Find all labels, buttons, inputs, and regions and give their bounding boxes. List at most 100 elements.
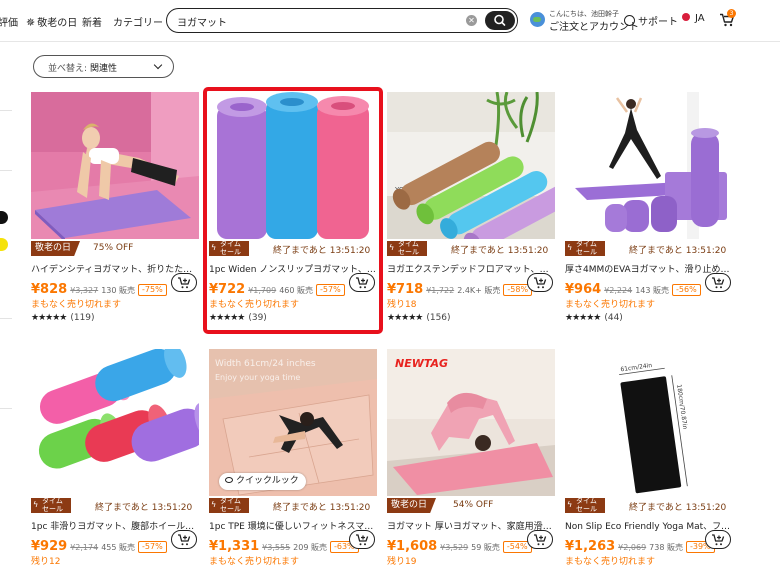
time-sale-tag: ϟ タイム セール (209, 497, 249, 513)
add-to-cart-button[interactable] (349, 530, 375, 549)
time-sale-tag: ϟ タイム セール (565, 240, 605, 256)
original-price: ¥3,555 (262, 543, 291, 552)
account-menu[interactable]: こんにちは、池田幹子 ご注文とアカウント (530, 9, 639, 33)
add-to-cart-button[interactable] (527, 273, 553, 292)
product-title[interactable]: ハイデンシティヨガマット、折りたたみ式フィット… (31, 262, 199, 275)
image-text-tagline: Enjoy your yoga time (215, 373, 300, 382)
sort-dropdown[interactable]: 並べ替え: 関連性 (33, 55, 174, 78)
promo-bar: ϟ タイム セール 終了まであと 13:51:20 (209, 496, 377, 515)
add-to-cart-button[interactable] (171, 530, 197, 549)
product-card[interactable]: ϟ タイム セール 終了まであと 13:51:20 厚さ4MMのEVAヨガマット、滑… (565, 92, 733, 332)
price: ¥929 (31, 539, 68, 554)
product-image[interactable] (31, 92, 199, 239)
product-card[interactable]: 敬老の日 75% OFF ハイデンシティヨガマット、折りたたみ式フィット… ¥8… (31, 92, 199, 332)
add-to-cart-button[interactable] (171, 273, 197, 292)
search-button[interactable] (485, 11, 515, 30)
japan-flag-icon (682, 13, 690, 21)
product-image[interactable]: Width 61cm/24 inches Enjoy your yoga tim… (209, 349, 377, 496)
nav-link-new[interactable]: 新着 (82, 14, 102, 29)
nav-link-category[interactable]: カテゴリー⌄ (113, 14, 172, 29)
promo-bar: ϟ タイム セール 終了まであと 13:51:20 (387, 239, 555, 258)
product-title[interactable]: Non Slip Eco Friendly Yoga Mat、フィット… (565, 519, 733, 532)
left-divider (0, 170, 12, 171)
sold-count: 130 販売 (101, 286, 135, 295)
add-to-cart-icon (178, 277, 191, 289)
promo-text: 75% OFF (93, 243, 134, 253)
original-price: ¥3,327 (70, 286, 99, 295)
product-image[interactable]: YOGA (387, 92, 555, 239)
product-title[interactable]: 1pc 非滑りヨガマット、腹部ホイールトレーニン… (31, 519, 199, 532)
chevron-down-icon (153, 60, 163, 70)
lightning-icon: ϟ (567, 243, 573, 252)
sold-count: 209 販売 (293, 543, 327, 552)
stock-note: まもなく売り切れます (565, 557, 656, 567)
price: ¥718 (387, 282, 424, 297)
time-sale-tag-line2: セール (42, 504, 63, 513)
discount-badge: -56% (672, 284, 701, 296)
color-swatch-black[interactable] (0, 211, 8, 224)
original-price: ¥2,069 (618, 543, 647, 552)
nav-link-review[interactable]: 評価 (0, 14, 18, 29)
rating-stars: ★★★★★ (565, 313, 601, 323)
product-card[interactable]: Width 61cm/24 inches Enjoy your yoga tim… (209, 349, 377, 576)
product-title[interactable]: ヨガマット 厚いヨガマット、家庭用滑り止めト… (387, 519, 555, 532)
time-sale-tag-line2: セール (220, 504, 241, 513)
clear-search-icon[interactable]: ✕ (466, 15, 477, 26)
rating: ★★★★★ (156) (387, 313, 451, 323)
review-count: (119) (70, 313, 95, 323)
language-selector[interactable]: JA (682, 13, 705, 24)
promo-bar: ϟ タイム セール 終了まであと 13:51:20 (31, 496, 199, 515)
original-price: ¥3,529 (440, 543, 469, 552)
top-header: 評価 ✵敬老の日 新着 カテゴリー⌄ ✕ こんにちは、池田幹子 ご注文とアカウン… (0, 0, 780, 42)
product-card[interactable]: YOGA ϟタイムセール 終了まであと 13:51:20 ヨガエクステンデッドフ… (387, 92, 555, 332)
add-to-cart-icon (534, 534, 547, 546)
rating: ★★★★★ (44) (565, 313, 623, 323)
support-link[interactable]: サポート (624, 13, 678, 28)
rating: ★★★★★ (119) (31, 313, 95, 323)
add-to-cart-button[interactable] (705, 273, 731, 292)
respect-day-tag: 敬老の日 (387, 498, 437, 513)
product-title[interactable]: 1pc TPE 環境に優しいフィットネスマット、ノン… (209, 519, 377, 532)
stock-note: 残り19 (387, 557, 417, 567)
time-sale-tag: ϟ タイム セール (565, 497, 605, 513)
left-divider (0, 318, 12, 319)
sold-count: 455 販売 (101, 543, 135, 552)
promo-bar: ϟ タイム セール 終了まであと 13:51:20 (565, 496, 733, 515)
add-to-cart-button[interactable] (527, 530, 553, 549)
product-image[interactable]: 61cm/24in 180cm/70.87in (565, 349, 733, 496)
highlight-box (203, 87, 383, 334)
product-image[interactable] (565, 92, 733, 239)
rating-stars: ★★★★★ (31, 313, 67, 323)
promo-text: 54% OFF (453, 500, 494, 510)
time-sale-tag-line2: セール (398, 247, 419, 256)
add-to-cart-icon (712, 277, 725, 289)
cart-count-badge: 3 (727, 9, 736, 18)
promo-bar: 敬老の日 54% OFF (387, 496, 555, 515)
add-to-cart-button[interactable] (705, 530, 731, 549)
product-title[interactable]: 厚さ4MMのEVAヨガマット、滑り止めスポーツ… (565, 262, 733, 275)
original-price: ¥2,224 (604, 286, 633, 295)
discount-badge: -57% (138, 541, 167, 553)
product-title[interactable]: ヨガエクステンデッドフロアマット、厚く広がった… (387, 262, 555, 275)
review-count: (44) (604, 313, 623, 323)
product-card[interactable]: ϟ タイム セール 終了まであと 13:51:20 1pc 非滑りヨガマット、腹部ホ… (31, 349, 199, 576)
product-card[interactable]: 61cm/24in 180cm/70.87in ϟ タイム セール 終了まであと 1… (565, 349, 733, 576)
countdown: 終了まであと 13:51:20 (95, 503, 193, 513)
left-divider (0, 110, 12, 111)
nav-link-respect-label: 敬老の日 (37, 18, 78, 29)
product-image[interactable] (31, 349, 199, 496)
color-swatch-yellow[interactable] (0, 238, 8, 251)
nav-link-respect-day[interactable]: ✵ 敬老の日 (26, 14, 77, 29)
product-image[interactable]: NEWTAG (387, 349, 555, 496)
add-to-cart-icon (712, 534, 725, 546)
search-input[interactable] (177, 14, 457, 28)
price: ¥828 (31, 282, 68, 297)
stock-note: まもなく売り切れます (31, 300, 122, 310)
eye-icon (225, 477, 233, 483)
quick-look-button[interactable]: クイックルック (219, 473, 306, 490)
rating-stars: ★★★★★ (387, 313, 423, 323)
sort-value: 関連性 (90, 64, 118, 74)
product-card[interactable]: NEWTAG 敬老の日 54% OFF ヨガマット 厚いヨガマット、家庭用滑り止… (387, 349, 555, 576)
sold-count: 2.4K+ 販売 (457, 286, 501, 295)
original-price: ¥2,174 (70, 543, 99, 552)
